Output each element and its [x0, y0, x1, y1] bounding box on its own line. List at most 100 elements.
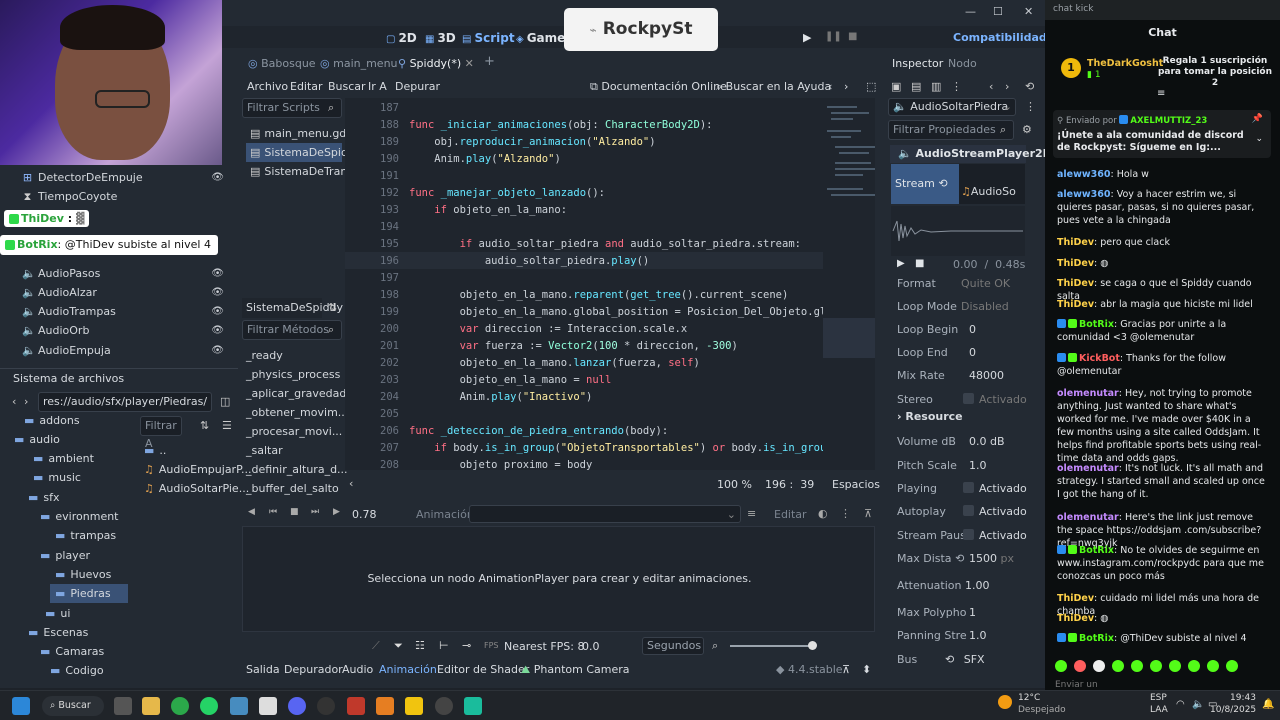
snap-mode[interactable]: Nearest FPS: 8 [504, 640, 584, 653]
renderer-compat[interactable]: Compatibilidad [953, 31, 1047, 44]
minimap-viewport[interactable] [823, 318, 875, 358]
prop-max-polyphony-value[interactable]: 1 [969, 603, 976, 623]
anim-play-icon[interactable]: ▶ [333, 507, 340, 517]
prev-script-icon[interactable]: ‹ [828, 80, 832, 93]
chat-username[interactable]: ThiDev [1057, 237, 1094, 248]
prop-mix-rate-value[interactable]: 48000 [969, 366, 1004, 386]
expand-icon[interactable]: ⬍ [862, 663, 871, 676]
tree-item[interactable]: ⊞ DetectorDeEmpuje 👁 [22, 168, 232, 187]
tab-spiddy[interactable]: ⚲ Spiddy(*) ✕ [398, 57, 474, 70]
chat-username[interactable]: ThiDev [1057, 258, 1094, 269]
folder-item[interactable]: ▬ audio [14, 430, 60, 449]
chat-username[interactable]: olemenutar [1057, 388, 1119, 399]
chat-username[interactable]: aleww360 [1057, 189, 1111, 200]
chat-username[interactable]: ThiDev [1057, 613, 1094, 624]
object-menu-icon[interactable]: ⋮ [1025, 100, 1036, 113]
undock-icon[interactable]: ⬚ [866, 80, 876, 93]
back-icon[interactable]: ‹ [12, 395, 16, 408]
emote-icon[interactable] [1131, 660, 1143, 672]
file-item[interactable]: ♫ AudioSoltarPie... [144, 479, 249, 498]
dock-icon[interactable]: ⊼ [842, 663, 850, 676]
emote-icon[interactable] [1093, 660, 1105, 672]
folder-item[interactable]: ▬ ui [45, 604, 70, 623]
emote-icon[interactable] [1169, 660, 1181, 672]
toggle-panel-icon[interactable]: ‹ [349, 477, 353, 490]
online-docs-link[interactable]: ⧉ Documentación Online [590, 80, 727, 94]
chat-username[interactable]: ThiDev [1057, 278, 1094, 289]
bezier-icon[interactable]: ⟋ [372, 639, 380, 653]
emote-icon[interactable] [1150, 660, 1162, 672]
visibility-icon[interactable]: 👁 [211, 321, 224, 340]
open-resource-icon[interactable]: ▤ [911, 80, 921, 93]
prop-stereo-value[interactable]: Activado [963, 390, 1027, 410]
prop-max-distance-value[interactable]: 1500 px [969, 549, 1014, 569]
emote-icon[interactable] [1055, 660, 1067, 672]
method-item[interactable]: _buffer_del_salto [246, 480, 339, 498]
code-minimap[interactable] [823, 98, 875, 470]
stop-icon[interactable]: ■ [848, 31, 857, 42]
method-item[interactable]: _obtener_movim... [246, 404, 348, 422]
visibility-icon[interactable]: 👁 [211, 168, 224, 187]
media-player-icon[interactable] [435, 697, 453, 715]
tab-audio[interactable]: Audio [342, 663, 373, 676]
tab-phantom-camera[interactable]: ⛰ Phantom Camera [521, 663, 630, 677]
chat-username[interactable]: olemenutar [1057, 512, 1119, 523]
app-icon[interactable] [405, 697, 423, 715]
emote-icon[interactable] [1112, 660, 1124, 672]
notifications-icon[interactable]: 🔔 [1262, 699, 1274, 710]
menu-editar[interactable]: Editar [290, 80, 323, 93]
volume-icon[interactable]: 🔈 [1192, 699, 1204, 710]
file-filter-input[interactable]: Filtrar A [140, 416, 182, 450]
emote-icon[interactable] [1188, 660, 1200, 672]
method-item[interactable]: _definir_altura_d... [246, 461, 348, 479]
sort-icon[interactable]: ⇅ [200, 419, 209, 432]
script-item[interactable]: ▤ main_menu.gd [246, 124, 346, 143]
next-script-icon[interactable]: › [844, 80, 848, 93]
prop-volume-value[interactable]: 0.0 dB [969, 432, 1005, 452]
methods-filter-input[interactable]: Filtrar Métodos [242, 320, 342, 340]
tree-item[interactable]: 🔈 AudioAlzar 👁 [22, 283, 232, 302]
file-explorer-icon[interactable] [142, 697, 160, 715]
node-selector[interactable]: 🔈 AudioSoltarPiedra ⌄ [888, 98, 1016, 116]
tab-output[interactable]: Salida [246, 663, 280, 676]
visibility-icon[interactable]: 👁 [211, 341, 224, 360]
track-list-icon[interactable]: ☷ [415, 639, 425, 652]
reset-icon[interactable]: ⟲ [945, 653, 958, 666]
chat-username[interactable]: BotRix [1079, 319, 1114, 330]
add-tab-icon[interactable]: + [484, 54, 495, 69]
method-item[interactable]: _ready [246, 347, 283, 365]
forward-icon[interactable]: › [24, 395, 28, 408]
chat-username[interactable]: ThiDev [1057, 299, 1094, 310]
tab-animation[interactable]: Animación [379, 663, 437, 676]
file-item[interactable]: ♫ AudioEmpujarP... [144, 460, 252, 479]
chat-username[interactable]: olemenutar [1057, 463, 1119, 474]
help-search-link[interactable]: ⌕ Buscar en la Ayuda [716, 80, 831, 94]
tree-item[interactable]: 🔈 AudioTrampas 👁 [22, 302, 232, 321]
method-item[interactable]: _physics_process [246, 366, 340, 384]
mode-game[interactable]: ◈ Game [516, 31, 565, 45]
collapse-icon[interactable]: ≡ [1157, 88, 1165, 99]
folder-item[interactable]: ▬ Camaras [40, 642, 104, 661]
resource-section[interactable]: › Resource [897, 410, 963, 423]
folder-item[interactable]: ▬ Huevos [55, 565, 111, 584]
emote-icon[interactable] [1207, 660, 1219, 672]
new-resource-icon[interactable]: ▣ [891, 80, 901, 93]
tree-item[interactable]: 🔈 AudioEmpuja 👁 [22, 341, 232, 360]
chat-username[interactable]: ThiDev [1057, 593, 1094, 604]
close-tab-icon[interactable]: ✕ [465, 57, 474, 70]
step-forward-icon[interactable]: ⏭ [311, 507, 319, 517]
stream-resource[interactable]: ♫AudioSo [959, 164, 1025, 204]
weather-desc[interactable]: Despejado [1018, 705, 1066, 715]
property-filter-input[interactable]: Filtrar Propiedades [888, 120, 1014, 140]
emote-icon[interactable] [1074, 660, 1086, 672]
method-item[interactable]: _aplicar_gravedad [246, 385, 346, 403]
tree-item[interactable]: 🔈 AudioPasos 👁 [22, 264, 232, 283]
folder-item[interactable]: ▬ trampas [55, 526, 116, 545]
animation-list-icon[interactable]: ≡ [747, 507, 756, 520]
zoom-slider[interactable] [730, 645, 814, 647]
capcut-icon[interactable] [259, 697, 277, 715]
file-item[interactable]: ▬.. [144, 441, 166, 460]
clock-date[interactable]: 10/8/2025 [1210, 705, 1256, 715]
start-icon[interactable] [12, 697, 30, 715]
layout-toggle-icon[interactable]: ◫ [220, 395, 230, 408]
